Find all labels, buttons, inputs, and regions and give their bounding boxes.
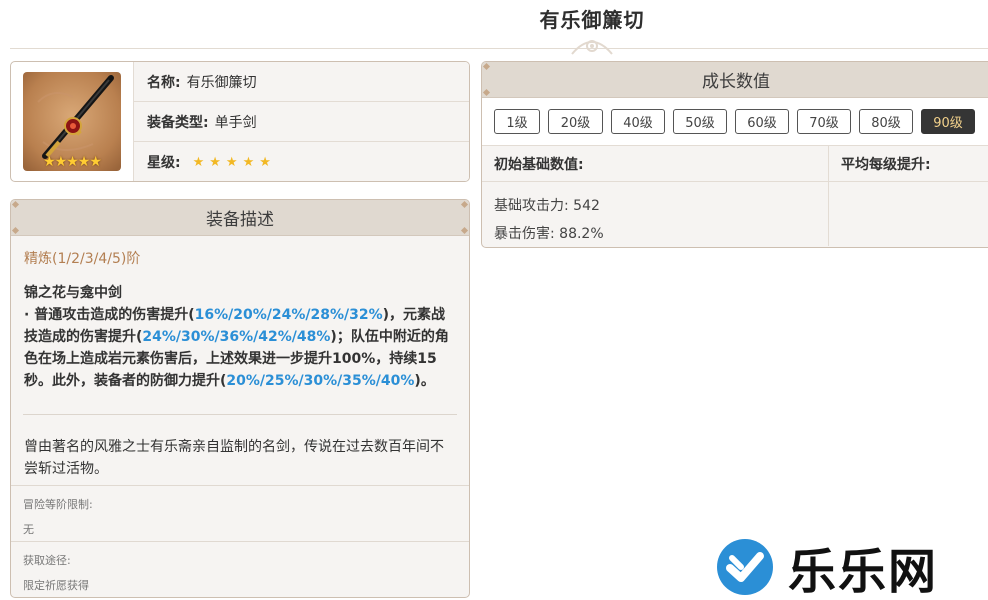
crit-damage-stat: 暴击伤害: 88.2% [494,226,604,242]
corner-ornament [482,62,491,71]
weapon-thumbnail: ★★★★★ [23,72,121,171]
level-button-90[interactable]: 90级 [921,109,975,134]
growth-panel: 成长数值 1级 20级 40级 50级 60级 70级 80级 90级 初始基础… [481,61,988,248]
passive-value-1: 16%/20%/24%/28%/32% [194,307,383,323]
page-title: 有乐御簾切 [539,8,645,32]
corner-ornament [11,200,20,209]
growth-title: 成长数值 [702,72,770,92]
passive-value-3: 20%/25%/30%/35%/40% [226,373,415,389]
growth-header: 成长数值 [482,62,988,98]
level-button-80[interactable]: 80级 [859,109,913,134]
corner-ornament [482,88,491,97]
corner-ornament [11,226,20,235]
source-section: 获取途径: 限定祈愿获得 [11,541,469,597]
passive-text-1: · 普通攻击造成的伤害提升( [24,307,195,323]
info-row-type: 装备类型: 单手剑 [134,102,469,142]
passive-text-4: )。 [414,373,435,389]
growth-table-body: 基础攻击力: 542 暴击伤害: 88.2% [482,182,988,246]
checkmark-logo-icon [717,539,773,595]
corner-ornament [460,226,469,235]
source-label: 获取途径: [23,554,71,567]
star-icon: ★★★★★ [192,154,276,170]
growth-table-header: 初始基础数值: 平均每级提升: [482,146,988,182]
thumbnail-stars: ★★★★★ [43,154,102,170]
passive-description: · 普通攻击造成的伤害提升(16%/20%/24%/28%/32%)，元素战技造… [11,302,469,392]
ascension-limit-section: 冒险等阶限制: 无 [11,485,469,541]
lore-text: 曾由著名的风雅之士有乐斋亲自监制的名剑，传说在过去数百年间不尝斩过活物。 [24,439,444,477]
rarity-label: 星级: [147,155,181,171]
ascension-limit-label: 冒险等阶限制: [23,498,93,511]
type-value: 单手剑 [214,114,257,131]
per-level-header: 平均每级提升: [828,146,988,181]
corner-ornament [460,200,469,209]
passive-value-2: 24%/30%/36%/42%/48% [142,329,331,345]
level-button-60[interactable]: 60级 [735,109,789,134]
ascension-limit-value: 无 [23,523,34,536]
passive-name: 锦之花与龛中剑 [24,285,122,301]
weapon-info-card: ★★★★★ 名称: 有乐御簾切 装备类型: 单手剑 星级: ★★★★★ [10,61,470,182]
type-label: 装备类型: [147,114,209,131]
description-panel: 装备描述 精炼(1/2/3/4/5)阶 锦之花与龛中剑 · 普通攻击造成的伤害提… [10,199,470,598]
info-row-name: 名称: 有乐御簾切 [134,62,469,102]
base-attack-stat: 基础攻击力: 542 [494,198,600,214]
emblem-icon [571,40,613,55]
level-selector: 1级 20级 40级 50级 60级 70级 80级 90级 [482,98,988,146]
base-stats-header: 初始基础数值: [494,156,584,173]
source-value: 限定祈愿获得 [23,579,89,592]
level-button-1[interactable]: 1级 [494,109,540,134]
level-button-50[interactable]: 50级 [673,109,727,134]
level-button-40[interactable]: 40级 [611,109,665,134]
level-button-20[interactable]: 20级 [548,109,603,134]
per-level-values [828,182,988,246]
description-title: 装备描述 [206,210,274,230]
level-button-70[interactable]: 70级 [797,109,851,134]
title-divider [10,48,988,49]
description-divider [23,414,457,415]
description-header: 装备描述 [11,200,469,236]
name-label: 名称: [147,74,181,91]
name-value: 有乐御簾切 [186,74,257,91]
watermark-text: 乐乐网 [788,544,939,600]
refinement-label: 精炼(1/2/3/4/5)阶 [24,251,141,267]
info-row-rarity: 星级: ★★★★★ [134,142,469,181]
watermark: 乐乐网 [716,532,938,600]
